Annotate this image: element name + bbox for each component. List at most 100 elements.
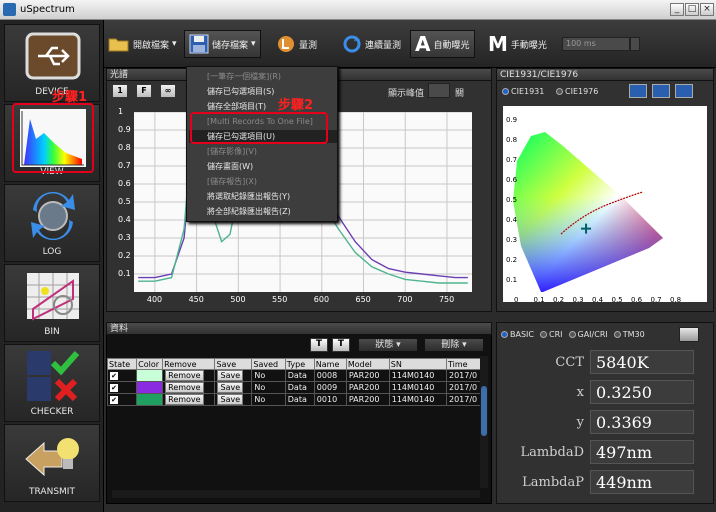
save-menu-item[interactable]: 儲存已勾選項目(S) [189, 85, 337, 98]
cie-x-tick: 0.8 [670, 296, 682, 304]
fit-view-icon[interactable] [675, 84, 693, 98]
measure-button[interactable]: 量測 [276, 30, 317, 58]
save-cell: Save [214, 393, 253, 406]
table-hscrollbar[interactable] [112, 490, 480, 498]
tab-basic[interactable]: BASIC [501, 330, 534, 339]
metric-row-x: x 0.3250 [500, 380, 694, 406]
status-dropdown-label: 狀態 [375, 340, 394, 350]
cie-x-tick: 0.7 [650, 296, 662, 304]
save-menu-item[interactable]: 將全部紀錄匯出報告(Z) [189, 205, 337, 218]
save-file-label: 儲存檔案 [212, 40, 249, 51]
sidebar-item-checker[interactable]: CHECKER [4, 344, 100, 422]
save-row-button[interactable]: Save [217, 394, 244, 405]
delete-dropdown[interactable]: 刪除 ▾ [424, 338, 484, 352]
column-header[interactable]: Name [313, 358, 347, 370]
metric-row-lambdad: LambdaD 497nm [500, 440, 694, 466]
radio-icon [501, 331, 508, 338]
manual-exposure-label: 手動曝光 [510, 40, 547, 51]
continuous-refresh-icon [343, 35, 361, 53]
save-menu-item: [儲存報告](X) [207, 177, 257, 186]
column-header[interactable]: Saved [251, 358, 286, 370]
color-swatch [136, 393, 164, 406]
cie-y-tick: 0.9 [506, 116, 518, 124]
peak-toggle-label[interactable]: 關 [455, 86, 464, 99]
table-row[interactable]: ✔ Remove Save No Data 0008 PAR200 114M0140 2017/… [106, 369, 487, 382]
column-header[interactable]: Color [136, 358, 164, 370]
cie1931-radio[interactable]: CIE1931 [502, 87, 544, 96]
delete-dropdown-label: 刪除 [441, 340, 460, 350]
status-dropdown[interactable]: 狀態 ▾ [358, 338, 418, 352]
continuous-measure-button[interactable]: 連續量測 [342, 30, 401, 58]
zoom-out-icon[interactable] [652, 84, 670, 98]
text-format-alt-icon[interactable]: T [332, 338, 350, 352]
save-menu-item[interactable]: 將選取紀錄匯出報告(Y) [189, 190, 337, 203]
table-row[interactable]: ✔ Remove Save No Data 0010 PAR200 114M0140 2017/… [106, 393, 487, 406]
export-image-icon[interactable] [679, 327, 699, 342]
save-menu-item[interactable]: 儲存畫面(W) [189, 160, 337, 173]
metric-value: 497nm [590, 440, 694, 464]
column-header[interactable]: Model [345, 358, 390, 370]
x-tick-label: 600 [313, 295, 330, 304]
y-tick-label: 0.3 [118, 233, 131, 242]
title-bar: uSpectrum _ □ × [0, 0, 716, 20]
column-header[interactable]: Remove [162, 358, 216, 370]
sidebar-label-bin: BIN [44, 327, 60, 337]
cie1976-radio[interactable]: CIE1976 [556, 87, 598, 96]
cie-y-tick: 0.2 [506, 256, 518, 264]
exposure-time-field[interactable]: 100 ms [562, 37, 630, 51]
row-checkbox[interactable]: ✔ [110, 384, 118, 392]
step2-callout: 步驟2 [278, 98, 314, 113]
state-cell: ✔ [106, 393, 138, 406]
radio-icon [556, 88, 563, 95]
minimize-button[interactable]: _ [670, 3, 684, 16]
column-header[interactable]: Type [284, 358, 315, 370]
column-header[interactable]: State [106, 358, 138, 370]
cie-x-tick: 0.3 [572, 296, 584, 304]
metrics-tabs: BASIC CRI GAI/CRI TM30 [501, 330, 645, 339]
sidebar-item-transmit[interactable]: TRANSMIT [4, 424, 100, 502]
row-checkbox[interactable]: ✔ [110, 396, 118, 404]
saved-cell: No [251, 369, 286, 382]
spectrum-fix-button[interactable]: F [136, 84, 152, 98]
remove-button[interactable]: Remove [165, 370, 204, 381]
cie-y-tick: 0.3 [506, 236, 518, 244]
remove-button[interactable]: Remove [165, 382, 204, 393]
spectrum-single-button[interactable]: 1 [112, 84, 128, 98]
save-row-button[interactable]: Save [217, 370, 244, 381]
manual-exposure-button[interactable]: M 手動曝光 [488, 30, 547, 58]
tab-gai-cri[interactable]: GAI/CRI [568, 330, 608, 339]
table-scroll-thumb[interactable] [481, 386, 487, 436]
peak-toggle-track[interactable] [428, 83, 450, 98]
sidebar-item-bin[interactable]: BIN [4, 264, 100, 342]
sidebar-item-log[interactable]: LOG [4, 184, 100, 262]
tab-cri[interactable]: CRI [539, 330, 563, 339]
save-file-button[interactable]: 儲存檔案 ▾ [184, 30, 261, 58]
metric-label: LambdaD [520, 445, 584, 460]
hand-measure-icon [278, 36, 294, 52]
y-tick-label: 0.8 [118, 143, 131, 152]
radio-icon [613, 331, 621, 338]
open-file-button[interactable]: 開啟檔案 ▾ [108, 30, 177, 58]
tab-tm30[interactable]: TM30 [613, 330, 645, 339]
floppy-disk-icon [189, 34, 209, 54]
saved-cell: No [251, 381, 286, 394]
tab-basic-label: BASIC [510, 330, 534, 339]
text-format-icon[interactable]: T [310, 338, 328, 352]
remove-button[interactable]: Remove [165, 394, 204, 405]
exposure-dropdown-icon[interactable] [630, 37, 640, 51]
table-row[interactable]: ✔ Remove Save No Data 0009 PAR200 114M0140 2017/… [106, 381, 487, 394]
sidebar-label-transmit: TRANSMIT [29, 487, 75, 497]
table-scrollbar[interactable] [480, 356, 488, 488]
row-checkbox[interactable]: ✔ [110, 372, 118, 380]
close-button[interactable]: × [700, 3, 714, 16]
zoom-in-icon[interactable] [629, 84, 647, 98]
spectrum-infinite-button[interactable]: ∞ [160, 84, 176, 98]
column-header[interactable]: Save [214, 358, 253, 370]
records-table: State Color Remove Save Saved Type Name … [106, 358, 487, 406]
auto-exposure-button[interactable]: A 自動曝光 [410, 30, 475, 58]
cie-x-tick: 0.5 [611, 296, 623, 304]
name-cell: 0008 [313, 369, 347, 382]
maximize-button[interactable]: □ [685, 3, 699, 16]
column-header[interactable]: SN [388, 358, 448, 370]
save-row-button[interactable]: Save [217, 382, 244, 393]
